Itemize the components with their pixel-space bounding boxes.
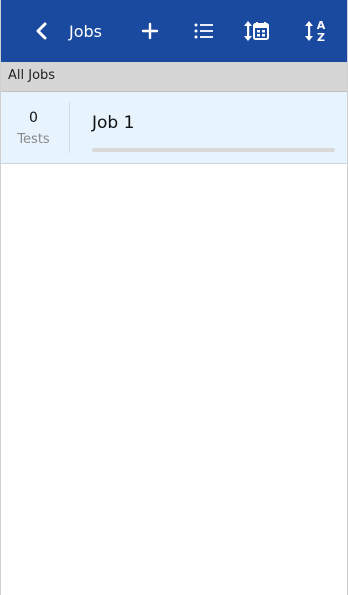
jobs-screen: Jobs A Z All Jobs 0 Tests Job 1 [0, 0, 348, 595]
job-progress-bar [92, 148, 335, 152]
sort-az-glyph-z: Z [317, 31, 325, 43]
back-button[interactable] [25, 0, 59, 62]
job-name: Job 1 [92, 113, 135, 133]
divider [69, 102, 70, 153]
add-icon [141, 22, 159, 40]
test-count-label: Tests [17, 132, 50, 147]
test-count-box: 0 Tests [1, 92, 70, 163]
section-header: All Jobs [1, 62, 347, 92]
list-view-button[interactable] [189, 0, 219, 62]
app-bar: Jobs A Z [1, 0, 347, 62]
sort-alphabetical-button[interactable]: A Z [300, 0, 334, 62]
sort-by-date-button[interactable] [240, 0, 274, 62]
back-chevron-icon [36, 22, 47, 40]
job-row[interactable]: 0 Tests Job 1 [1, 92, 347, 164]
page-title: Jobs [69, 22, 102, 41]
test-count: 0 [29, 110, 38, 126]
add-job-button[interactable] [135, 0, 165, 62]
list-icon [194, 23, 213, 39]
sort-alphabetical-icon: A Z [305, 19, 326, 43]
section-title: All Jobs [8, 68, 56, 83]
sort-by-date-icon [244, 21, 269, 41]
